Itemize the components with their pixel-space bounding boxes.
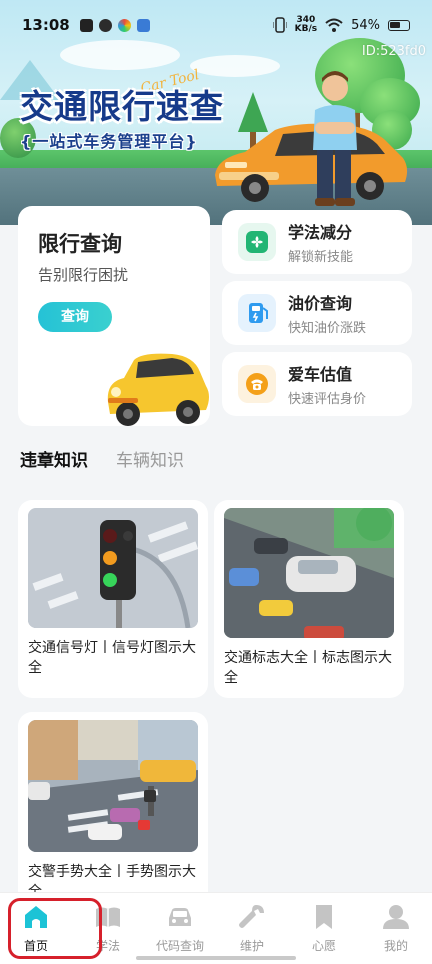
message-notification-icon <box>136 18 150 32</box>
wrench-icon <box>239 905 264 928</box>
knowledge-tabs: 违章知识 车辆知识 <box>20 446 184 471</box>
nav-label: 维护 <box>239 939 264 953</box>
knowledge-caption: 交通信号灯丨信号灯图示大全 <box>28 640 196 676</box>
feature-fuel-price[interactable]: 油价查询 快知油价涨跌 <box>222 281 412 345</box>
feature-subtitle: 快速评估身价 <box>288 392 367 407</box>
knowledge-caption: 交通标志大全丨标志图示大全 <box>224 650 392 686</box>
nav-profile[interactable]: 我的 <box>360 893 432 964</box>
feature-title: 油价查询 <box>288 294 353 313</box>
battery-percent: 54% <box>351 17 380 33</box>
cloud <box>190 55 280 77</box>
intersection-image <box>28 720 198 852</box>
leaf-notification-icon <box>98 18 112 32</box>
feature-subtitle: 解锁新技能 <box>288 250 354 265</box>
restriction-query-card[interactable]: 限行查询 告别限行困扰 查询 <box>18 206 210 426</box>
nav-label: 心愿 <box>311 939 336 953</box>
book-icon <box>96 907 120 927</box>
wifi-icon <box>325 18 343 32</box>
banner-subtitle: {一站式车务管理平台} <box>20 132 198 151</box>
nav-label: 代码查询 <box>155 939 204 953</box>
clover-icon <box>238 223 276 261</box>
yellow-car-illustration <box>107 353 209 426</box>
home-indicator <box>136 956 296 960</box>
feature-title: 学法减分 <box>288 223 353 242</box>
knowledge-card-traffic-lights[interactable]: 交通信号灯丨信号灯图示大全 <box>18 500 208 698</box>
road-traffic-image <box>224 508 394 638</box>
app-notification-icon <box>79 18 93 32</box>
phone-icon <box>238 365 276 403</box>
nav-wishlist[interactable]: 心愿 <box>288 893 360 964</box>
color-wheel-icon <box>117 18 131 32</box>
card-title: 限行查询 <box>38 232 122 256</box>
nav-label: 我的 <box>383 939 408 953</box>
tab-vehicle-knowledge[interactable]: 车辆知识 <box>116 446 184 471</box>
person-illustration <box>313 71 357 206</box>
feature-study-points[interactable]: 学法减分 解锁新技能 <box>222 210 412 274</box>
nav-label: 首页 <box>23 939 48 953</box>
knowledge-card-traffic-signs[interactable]: 交通标志大全丨标志图示大全 <box>214 500 404 698</box>
clock: 13:08 <box>22 16 70 34</box>
query-button[interactable]: 查询 <box>38 302 112 332</box>
traffic-light-image <box>28 508 198 628</box>
tab-violation-knowledge[interactable]: 违章知识 <box>20 446 88 471</box>
fuel-pump-icon <box>238 294 276 332</box>
nav-study[interactable]: 学法 <box>72 893 144 964</box>
nav-code-query[interactable]: 代码查询 <box>144 893 216 964</box>
car-icon <box>169 908 191 926</box>
nav-maintenance[interactable]: 维护 <box>216 893 288 964</box>
user-icon <box>383 905 409 929</box>
nav-label: 学法 <box>95 939 120 953</box>
feature-title: 爱车估值 <box>288 365 353 384</box>
feature-car-valuation[interactable]: 爱车估值 快速评估身价 <box>222 352 412 416</box>
home-icon <box>25 906 47 928</box>
status-bar: 13:08 340 KB/s 54% <box>0 0 432 50</box>
bookmark-icon <box>316 905 332 929</box>
feature-subtitle: 快知油价涨跌 <box>288 321 367 336</box>
network-speed: 340 KB/s <box>294 15 318 34</box>
nav-home[interactable]: 首页 <box>0 893 72 964</box>
vibrate-icon <box>272 17 287 33</box>
banner-title: 交通限行速查 <box>20 87 224 126</box>
knowledge-card-police-gestures[interactable]: 交警手势大全丨手势图示大全 <box>18 712 208 912</box>
card-subtitle: 告别限行困扰 <box>38 266 129 284</box>
battery-icon <box>388 19 410 31</box>
bottom-navigation: 首页 学法 代码查询 维护 心愿 我的 <box>0 892 432 964</box>
